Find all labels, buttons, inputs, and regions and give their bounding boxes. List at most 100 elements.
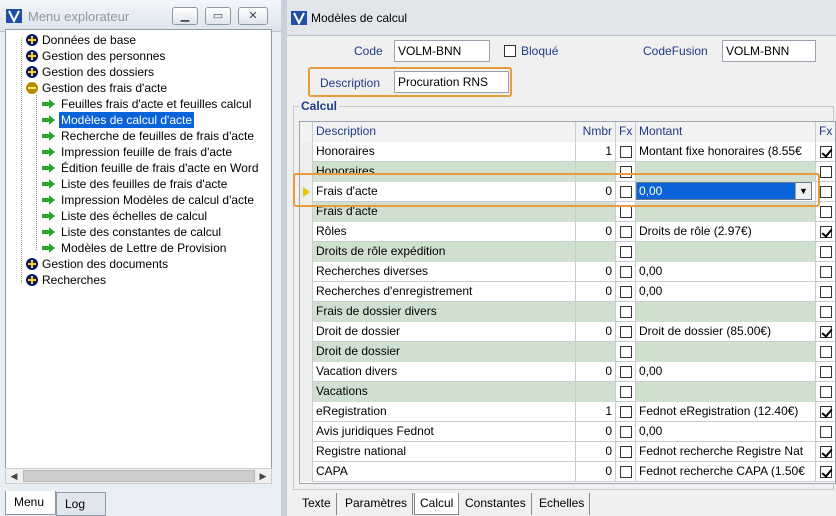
grid-section-row[interactable]: Frais d'acte <box>300 202 835 222</box>
cell-nmbr[interactable]: 0 <box>576 442 616 462</box>
fx-checkbox[interactable] <box>620 166 632 178</box>
grid-header-fx2[interactable]: Fx <box>816 122 835 142</box>
grid-header-description[interactable]: Description <box>313 122 576 142</box>
cell-description[interactable]: Droit de dossier <box>313 342 576 362</box>
fx-checkbox[interactable] <box>620 306 632 318</box>
montant-combobox[interactable]: 0,00 ▼ <box>636 182 812 200</box>
chevron-down-icon[interactable]: ▼ <box>795 183 811 199</box>
fx-checkbox[interactable] <box>620 446 632 458</box>
tab-log[interactable]: Log <box>56 492 106 516</box>
fx2-checkbox[interactable] <box>820 226 832 238</box>
cell-description[interactable]: Vacation divers <box>313 362 576 382</box>
fx-checkbox[interactable] <box>620 186 632 198</box>
cell-montant[interactable]: 0,00 ▼ <box>636 182 816 202</box>
table-row[interactable]: Avis juridiques Fednot 0 0,00 <box>300 422 835 442</box>
cell-description[interactable]: Vacations <box>313 382 576 402</box>
cell-montant[interactable]: 0,00 <box>636 362 816 382</box>
fx-checkbox[interactable] <box>620 146 632 158</box>
cell-montant[interactable]: Fednot recherche Registre Nat <box>636 442 816 462</box>
cell-nmbr[interactable] <box>576 302 616 322</box>
table-row[interactable]: eRegistration 1 Fednot eRegistration (12.4… <box>300 402 835 422</box>
cell-montant[interactable]: Montant fixe honoraires (8.55€ <box>636 142 816 162</box>
cell-description[interactable]: Frais d'acte <box>313 182 576 202</box>
cell-montant[interactable]: 0,00 <box>636 262 816 282</box>
fx2-checkbox[interactable] <box>820 446 832 458</box>
fx-checkbox[interactable] <box>620 226 632 238</box>
cell-nmbr[interactable] <box>576 242 616 262</box>
plus-icon[interactable] <box>26 34 38 46</box>
fx2-checkbox[interactable] <box>820 426 832 438</box>
grid-section-row[interactable]: Droit de dossier <box>300 342 835 362</box>
table-row[interactable]: Recherches diverses 0 0,00 <box>300 262 835 282</box>
tree-horizontal-scrollbar[interactable]: ◀ ▶ <box>5 468 272 484</box>
cell-nmbr[interactable]: 1 <box>576 402 616 422</box>
cell-description[interactable]: CAPA <box>313 462 576 482</box>
fx2-checkbox[interactable] <box>820 386 832 398</box>
table-row[interactable]: Recherches d'enregistrement 0 0,00 <box>300 282 835 302</box>
cell-description[interactable]: Frais d'acte <box>313 202 576 222</box>
table-row[interactable]: Rôles 0 Droits de rôle (2.97€) <box>300 222 835 242</box>
tab-menu[interactable]: Menu <box>5 491 56 515</box>
scroll-right-icon[interactable]: ▶ <box>255 469 271 483</box>
grid-section-row[interactable]: Droits de rôle expédition <box>300 242 835 262</box>
grid-section-row[interactable]: Frais de dossier divers <box>300 302 835 322</box>
cell-description[interactable]: Recherches d'enregistrement <box>313 282 576 302</box>
tab-calcul[interactable]: Calcul <box>414 493 460 515</box>
cell-montant[interactable]: 0,00 <box>636 282 816 302</box>
fx-checkbox[interactable] <box>620 366 632 378</box>
fx-checkbox[interactable] <box>620 326 632 338</box>
plus-icon[interactable] <box>26 66 38 78</box>
grid-section-row[interactable]: Vacations <box>300 382 835 402</box>
maximize-button[interactable]: ▭ <box>205 7 231 25</box>
tab-constantes[interactable]: Constantes <box>460 493 532 515</box>
cell-montant[interactable]: Droit de dossier (85.00€) <box>636 322 816 342</box>
codefusion-field[interactable]: VOLM-BNN <box>722 40 816 62</box>
fx2-checkbox[interactable] <box>820 286 832 298</box>
fx-checkbox[interactable] <box>620 466 632 478</box>
cell-description[interactable]: Droit de dossier <box>313 322 576 342</box>
cell-description[interactable]: Honoraires <box>313 142 576 162</box>
cell-nmbr[interactable]: 0 <box>576 222 616 242</box>
table-row[interactable]: Registre national 0 Fednot recherche Regis… <box>300 442 835 462</box>
cell-nmbr[interactable]: 0 <box>576 182 616 202</box>
fx-checkbox[interactable] <box>620 386 632 398</box>
grid-section-row[interactable]: Honoraires <box>300 162 835 182</box>
cell-montant[interactable] <box>636 302 816 322</box>
cell-montant[interactable] <box>636 162 816 182</box>
scroll-left-icon[interactable]: ◀ <box>6 469 22 483</box>
table-row[interactable]: Vacation divers 0 0,00 <box>300 362 835 382</box>
cell-nmbr[interactable]: 0 <box>576 462 616 482</box>
cell-montant[interactable]: Fednot recherche CAPA (1.50€ <box>636 462 816 482</box>
table-row[interactable]: Droit de dossier 0 Droit de dossier (85.00… <box>300 322 835 342</box>
fx2-checkbox[interactable] <box>820 246 832 258</box>
cell-nmbr[interactable] <box>576 342 616 362</box>
cell-nmbr[interactable] <box>576 382 616 402</box>
cell-nmbr[interactable]: 0 <box>576 322 616 342</box>
cell-nmbr[interactable]: 0 <box>576 422 616 442</box>
fx2-checkbox[interactable] <box>820 166 832 178</box>
cell-description[interactable]: Honoraires <box>313 162 576 182</box>
grid-header-montant[interactable]: Montant <box>636 122 816 142</box>
tab-texte[interactable]: Texte <box>297 493 337 515</box>
plus-icon[interactable] <box>26 258 38 270</box>
fx-checkbox[interactable] <box>620 266 632 278</box>
plus-icon[interactable] <box>26 50 38 62</box>
cell-montant[interactable]: Fednot eRegistration (12.40€) <box>636 402 816 422</box>
explorer-tree[interactable]: Données de base Gestion des personnes Ge… <box>5 29 272 484</box>
close-button[interactable]: ✕ <box>238 7 268 25</box>
tab-echelles[interactable]: Echelles <box>534 493 591 515</box>
fx2-checkbox[interactable] <box>820 146 832 158</box>
fx2-checkbox[interactable] <box>820 346 832 358</box>
plus-icon[interactable] <box>26 274 38 286</box>
fx2-checkbox[interactable] <box>820 326 832 338</box>
calcul-grid[interactable]: Description Nmbr Fx Montant Fx Honoraire… <box>299 121 836 484</box>
cell-nmbr[interactable]: 0 <box>576 262 616 282</box>
fx-checkbox[interactable] <box>620 206 632 218</box>
cell-montant[interactable]: Droits de rôle (2.97€) <box>636 222 816 242</box>
cell-description[interactable]: Rôles <box>313 222 576 242</box>
scrollbar-thumb[interactable] <box>23 470 255 482</box>
fx2-checkbox[interactable] <box>820 406 832 418</box>
minimize-button[interactable]: ▁ <box>172 7 198 25</box>
cell-description[interactable]: Avis juridiques Fednot <box>313 422 576 442</box>
cell-nmbr[interactable] <box>576 202 616 222</box>
